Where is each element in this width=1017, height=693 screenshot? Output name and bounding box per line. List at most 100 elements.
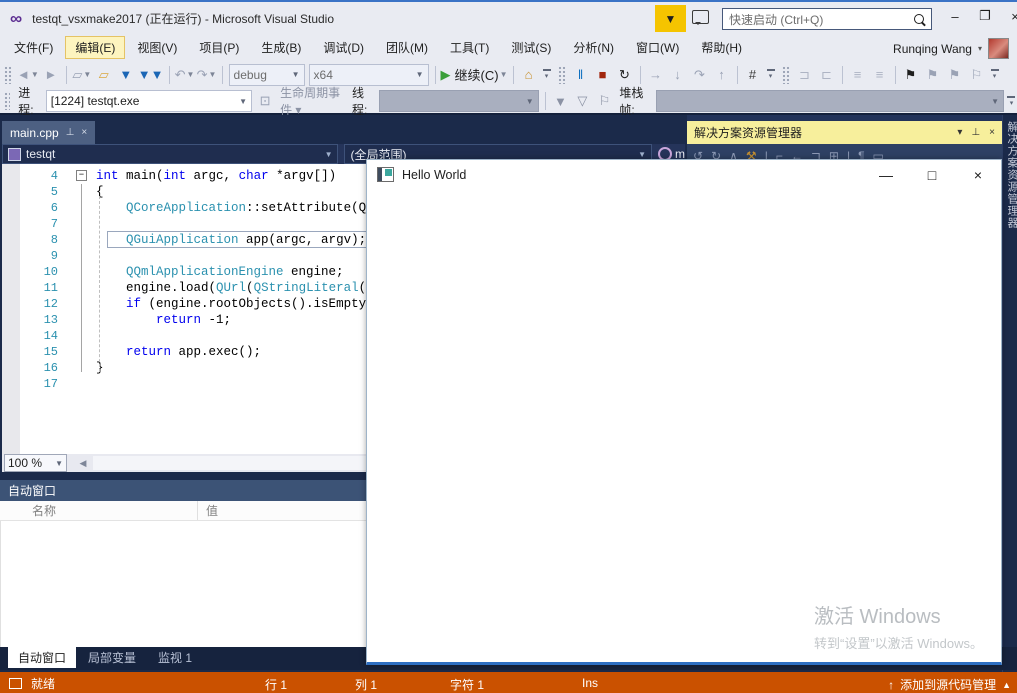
outline-collapse-icon[interactable]: − <box>76 170 87 181</box>
menu-item-7[interactable]: 团队(M) <box>376 36 438 59</box>
tool-tab-1[interactable]: 自动窗口 <box>8 647 77 668</box>
clear-bookmarks-icon[interactable]: ⚐ <box>966 64 988 86</box>
pin-tab-icon[interactable]: ⊥ <box>66 127 75 138</box>
menu-item-1[interactable]: 文件(F) <box>4 36 63 59</box>
flag-threads-icon[interactable]: ⚐ <box>593 90 615 112</box>
stackframe-label: 堆栈帧: <box>619 86 644 117</box>
editor-zoom-combo[interactable]: 100 % ▼ <box>4 454 67 472</box>
menu-item-3[interactable]: 视图(V) <box>127 36 187 59</box>
line-number: 16 <box>43 361 58 375</box>
expand-up-icon: ▲ <box>1002 679 1011 690</box>
menu-item-9[interactable]: 测试(S) <box>501 36 561 59</box>
toolbar-overflow-icon[interactable]: ▾ <box>988 65 1002 85</box>
process-label: 进程: <box>18 86 34 117</box>
step-over-icon[interactable]: ↷ <box>689 64 711 86</box>
status-column: 列 1 <box>355 678 378 692</box>
continue-button[interactable]: ▶ 继续(C) ▼ <box>440 64 509 86</box>
toolbar-separator <box>221 65 223 84</box>
hw-maximize-button[interactable]: □ <box>909 160 955 189</box>
menu-item-2[interactable]: 编辑(E) <box>65 36 126 59</box>
save-icon[interactable]: ▼ <box>115 64 137 86</box>
toolbar-separator <box>841 65 843 84</box>
restart-icon[interactable]: ↻ <box>614 64 636 86</box>
add-to-source-control-button[interactable]: ↑ 添加到源代码管理 ▲ <box>888 676 1011 693</box>
watermark-line1: 激活 Windows <box>813 606 941 628</box>
solution-config-combo[interactable]: debug ▼ <box>228 63 305 86</box>
line-number: 17 <box>43 377 58 391</box>
tab-main-cpp[interactable]: main.cpp ⊥ × <box>2 121 96 144</box>
thread-label: 线程: <box>351 86 368 117</box>
prev-bookmark-icon[interactable]: ⚑ <box>922 64 944 86</box>
save-all-icon[interactable]: ▼▼ <box>137 64 165 86</box>
menu-item-4[interactable]: 项目(P) <box>189 36 249 59</box>
decrease-indent-icon[interactable]: ≡ <box>847 64 869 86</box>
comment-icon[interactable]: ⊐ <box>794 64 816 86</box>
menu-item-12[interactable]: 帮助(H) <box>691 36 752 59</box>
menu-item-6[interactable]: 调试(D) <box>313 36 374 59</box>
line-number: 11 <box>43 281 58 295</box>
thread-combo[interactable]: ▼ <box>379 90 539 112</box>
uncomment-icon[interactable]: ⊏ <box>816 64 838 86</box>
next-bookmark-icon[interactable]: ⚑ <box>944 64 966 86</box>
toggle-bookmark-icon[interactable]: ⚑ <box>900 64 922 86</box>
hello-world-window: Hello World — □ × 激活 Windows 转到“设置”以激活 W… <box>366 159 1002 665</box>
find-in-solution-explorer-icon[interactable]: ⌂ <box>518 64 540 86</box>
hex-display-icon[interactable]: # <box>742 64 764 86</box>
avatar[interactable] <box>988 38 1009 59</box>
redo-icon[interactable]: ↷ ▼ <box>196 64 218 86</box>
toolbar-overflow-icon[interactable]: ▾ <box>1006 91 1017 111</box>
break-all-icon[interactable]: ‖ <box>570 64 592 86</box>
tool-tab-3[interactable]: 监视 1 <box>148 647 202 668</box>
stackframe-combo[interactable]: ▼ <box>656 90 1004 112</box>
project-combo[interactable]: testqt ▼ <box>2 144 339 164</box>
menu-item-8[interactable]: 工具(T) <box>440 36 499 59</box>
undo-icon[interactable]: ↶ ▼ <box>174 64 196 86</box>
menu-item-5[interactable]: 生成(B) <box>251 36 311 59</box>
hw-minimize-button[interactable]: — <box>863 160 909 189</box>
filter-cancel-icon[interactable]: ▽ <box>571 90 593 112</box>
minimize-button[interactable]: – <box>940 4 970 28</box>
stop-debugging-icon[interactable]: ■ <box>592 64 614 86</box>
show-next-statement-icon[interactable]: → <box>645 64 667 86</box>
tool-tab-2[interactable]: 局部变量 <box>78 647 146 668</box>
status-ready: 就绪 <box>31 677 56 691</box>
autohide-tab-solution-explorer[interactable]: 解决方案资源管理器 <box>1004 121 1017 229</box>
toolbar-overflow-icon[interactable]: ▾ <box>764 65 778 85</box>
user-name[interactable]: Runqing Wang <box>893 42 972 56</box>
account-area: Runqing Wang ▾ <box>893 38 1009 59</box>
hscroll-left-arrow-icon[interactable]: ◀ <box>75 455 91 471</box>
autos-panel-title: 自动窗口 <box>8 484 57 498</box>
filter-threads-icon[interactable]: ▼ <box>549 90 571 112</box>
hw-close-button[interactable]: × <box>955 160 1001 189</box>
notifications-filter-icon[interactable]: ▼ <box>655 5 686 32</box>
user-dropdown-icon[interactable]: ▾ <box>978 44 982 53</box>
se-menu-icon[interactable]: ▾ <box>957 127 962 138</box>
open-file-icon[interactable]: ▱ <box>93 64 115 86</box>
close-tab-icon[interactable]: × <box>81 127 87 138</box>
restore-button[interactable]: ❐ <box>970 4 1000 28</box>
se-close-icon[interactable]: × <box>989 127 995 138</box>
quick-launch-search-input[interactable]: 快速启动 (Ctrl+Q) <box>722 8 932 30</box>
navigate-backward-icon[interactable]: ◄ ▼ <box>16 64 40 86</box>
step-into-icon[interactable]: ↓ <box>667 64 689 86</box>
lifecycle-events-icon[interactable]: ⊡ <box>254 90 276 112</box>
status-window-icon <box>9 678 22 689</box>
increase-indent-icon[interactable]: ≡ <box>869 64 891 86</box>
solution-platform-combo[interactable]: x64 ▼ <box>308 63 429 86</box>
feedback-icon[interactable] <box>692 10 709 25</box>
close-button[interactable]: × <box>1000 4 1017 28</box>
se-pin-icon[interactable]: ⊥ <box>971 127 980 138</box>
process-combo[interactable]: [1224] testqt.exe ▼ <box>45 90 253 112</box>
toolbar-overflow-icon[interactable]: ▾ <box>540 65 554 85</box>
menu-item-11[interactable]: 窗口(W) <box>626 36 689 59</box>
autos-col-value[interactable]: 值 <box>198 502 218 519</box>
navigate-forward-icon[interactable]: ► <box>40 64 62 86</box>
status-char: 字符 1 <box>450 678 485 692</box>
autos-col-name[interactable]: 名称 <box>0 501 198 520</box>
line-number: 5 <box>50 185 58 199</box>
new-file-icon[interactable]: ▱ ▼ <box>71 64 93 86</box>
solution-explorer-header[interactable]: 解决方案资源管理器 ▾ ⊥ × <box>687 121 1002 144</box>
step-out-icon[interactable]: ↑ <box>711 64 733 86</box>
menu-item-10[interactable]: 分析(N) <box>563 36 624 59</box>
toolbar-separator <box>736 65 738 84</box>
